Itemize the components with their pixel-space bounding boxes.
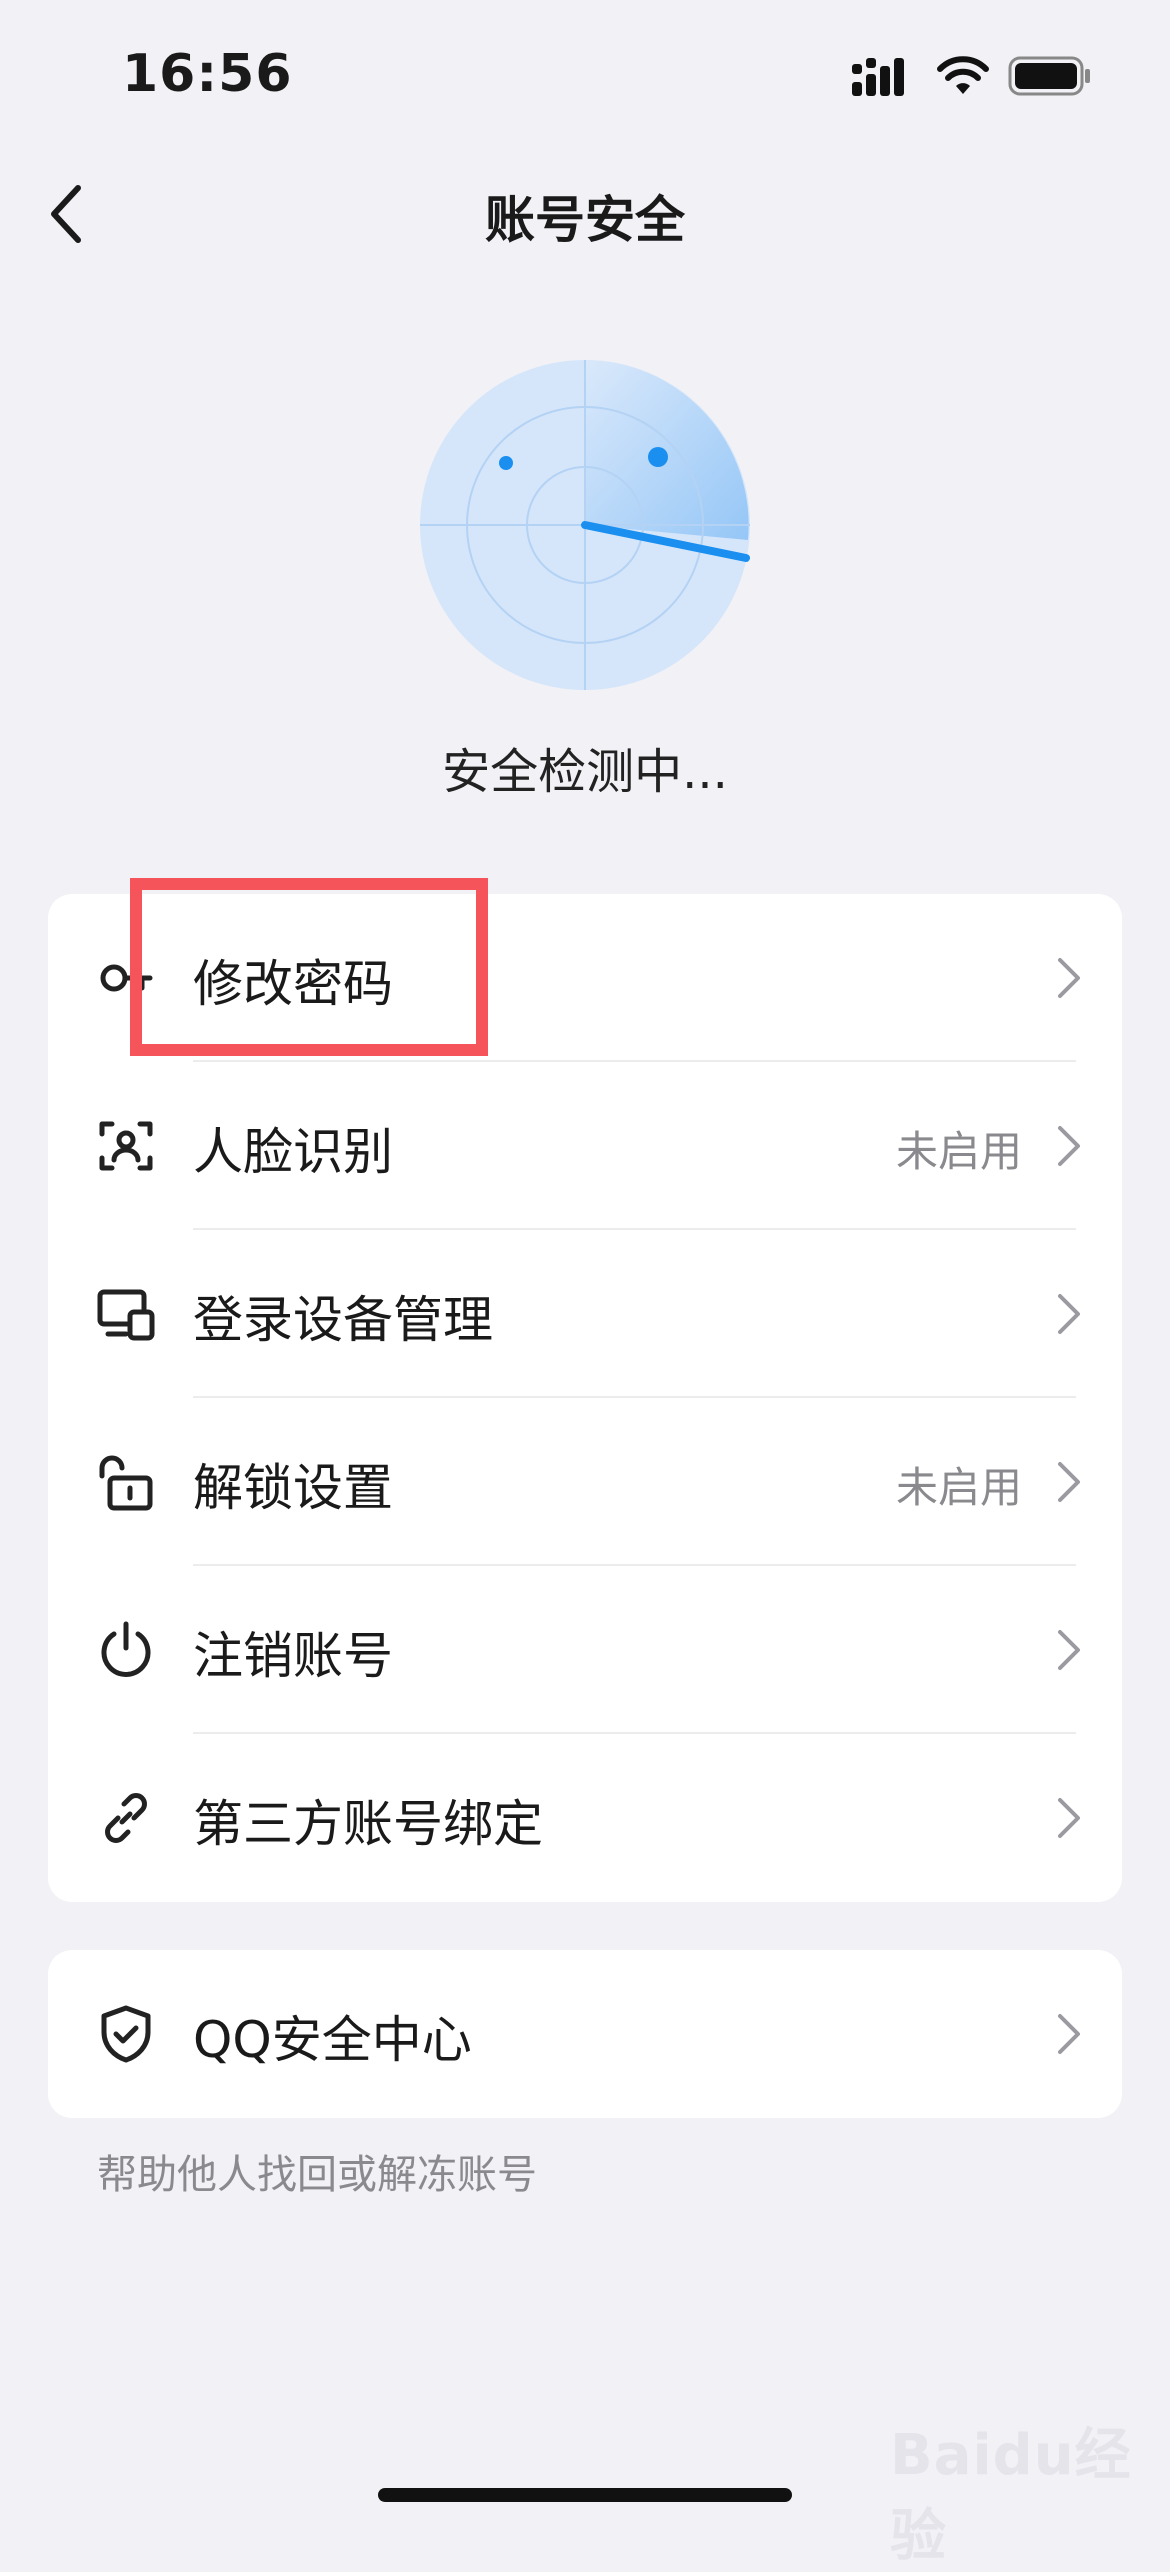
menu-item-status: 未启用 <box>895 1127 1022 1176</box>
menu-item-face-recognition[interactable]: 人脸识别 未启用 <box>48 1062 1122 1230</box>
menu-item-unlock-settings[interactable]: 解锁设置 未启用 <box>48 1398 1122 1566</box>
chevron-right-icon <box>1058 2014 1080 2054</box>
menu-item-status: 未启用 <box>895 1463 1022 1512</box>
menu-item-label: 登录设备管理 <box>193 1291 493 1349</box>
nav-bar: 账号安全 <box>0 150 1170 270</box>
home-indicator[interactable] <box>378 2488 792 2502</box>
link-icon <box>105 1793 147 1843</box>
menu-item-label: 注销账号 <box>193 1627 393 1685</box>
menu-item-label: 第三方账号绑定 <box>193 1795 543 1853</box>
status-bar: 16:56 <box>0 0 1170 150</box>
chevron-right-icon <box>1058 1630 1080 1670</box>
menu-item-label: 解锁设置 <box>193 1459 393 1517</box>
chevron-right-icon <box>1058 1126 1080 1166</box>
power-icon <box>101 1621 151 1677</box>
shield-check-icon <box>101 2005 151 2063</box>
face-scan-icon <box>99 1121 153 1171</box>
battery-icon <box>1008 56 1090 96</box>
qq-security-card: QQ安全中心 <box>48 1950 1122 2118</box>
page-title: 账号安全 <box>485 191 685 249</box>
menu-item-label: 人脸识别 <box>193 1123 393 1181</box>
status-time: 16:56 <box>122 44 293 104</box>
chevron-right-icon <box>1058 1294 1080 1334</box>
signal-icon <box>852 58 904 96</box>
menu-item-label: QQ安全中心 <box>193 2011 472 2069</box>
menu-item-cancel-account[interactable]: 注销账号 <box>48 1566 1122 1734</box>
chevron-right-icon <box>1058 958 1080 998</box>
helper-link[interactable]: 帮助他人找回或解冻账号 <box>97 2142 537 2200</box>
menu-item-device-management[interactable]: 登录设备管理 <box>48 1230 1122 1398</box>
scan-status-text: 安全检测中... <box>442 744 728 800</box>
unlock-icon <box>99 1455 153 1511</box>
wifi-icon <box>937 56 989 94</box>
menu-item-qq-security-center[interactable]: QQ安全中心 <box>48 1950 1122 2118</box>
devices-icon <box>97 1289 155 1341</box>
chevron-right-icon <box>1058 1798 1080 1838</box>
radar-scan-icon <box>420 360 750 690</box>
highlight-annotation <box>130 878 488 1056</box>
watermark: Baidu经验 <box>890 2423 1132 2569</box>
menu-item-third-party-binding[interactable]: 第三方账号绑定 <box>48 1734 1122 1902</box>
chevron-right-icon <box>1058 1462 1080 1502</box>
